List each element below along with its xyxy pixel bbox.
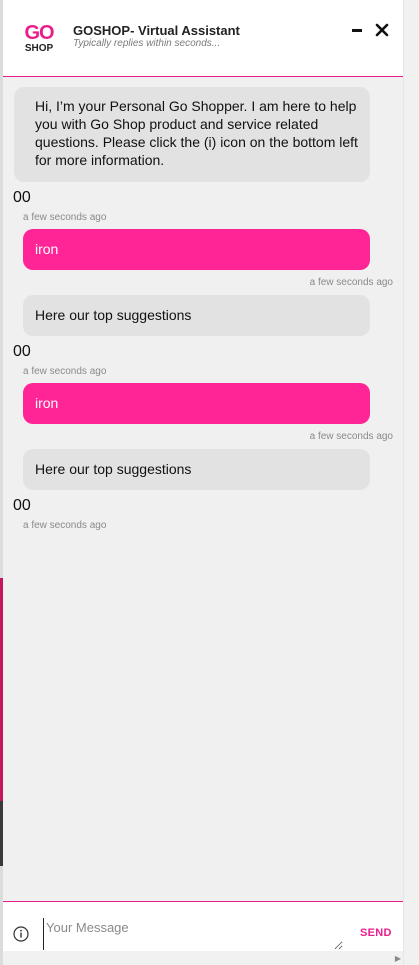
bot-message-text: 00 (13, 497, 31, 514)
bot-message-text: 00 (13, 343, 31, 360)
goshop-logo: GO SHOP (23, 23, 55, 57)
logo-text-shop: SHOP (24, 43, 54, 54)
user-message: iron (23, 229, 370, 270)
chat-title: GOSHOP- Virtual Assistant (73, 23, 240, 38)
vertical-scrollbar[interactable] (403, 0, 419, 965)
logo-text-go: GO (24, 22, 54, 44)
minimize-button[interactable] (349, 20, 365, 34)
chat-subtitle: Typically replies within seconds... (73, 38, 221, 49)
message-timestamp: a few seconds ago (23, 366, 107, 377)
minus-icon (352, 29, 362, 32)
chat-window: GO SHOP GOSHOP- Virtual Assistant Typica… (3, 0, 403, 965)
info-button[interactable] (13, 926, 29, 942)
message-timestamp: a few seconds ago (23, 520, 107, 531)
send-button[interactable]: SEND (360, 927, 392, 939)
bot-message-text: 00 (13, 189, 31, 206)
page: GO SHOP GOSHOP- Virtual Assistant Typica… (0, 0, 419, 965)
info-icon (13, 926, 29, 942)
bot-message: Here our top suggestions (23, 449, 370, 490)
chat-header: GO SHOP GOSHOP- Virtual Assistant Typica… (3, 0, 403, 77)
message-timestamp: a few seconds ago (309, 277, 393, 288)
message-input[interactable] (43, 918, 343, 950)
close-icon (375, 23, 389, 37)
user-message: iron (23, 383, 370, 424)
chat-footer: SEND (3, 901, 403, 952)
horizontal-scrollbar[interactable]: ▶ (3, 951, 403, 965)
message-timestamp: a few seconds ago (23, 212, 107, 223)
message-list: Hi, I’m your Personal Go Shopper. I am h… (3, 77, 403, 901)
bot-message: Here our top suggestions (23, 295, 370, 336)
close-button[interactable] (372, 20, 392, 40)
scroll-right-icon[interactable]: ▶ (395, 954, 401, 963)
bot-message: Hi, I’m your Personal Go Shopper. I am h… (14, 87, 370, 182)
message-timestamp: a few seconds ago (309, 431, 393, 442)
